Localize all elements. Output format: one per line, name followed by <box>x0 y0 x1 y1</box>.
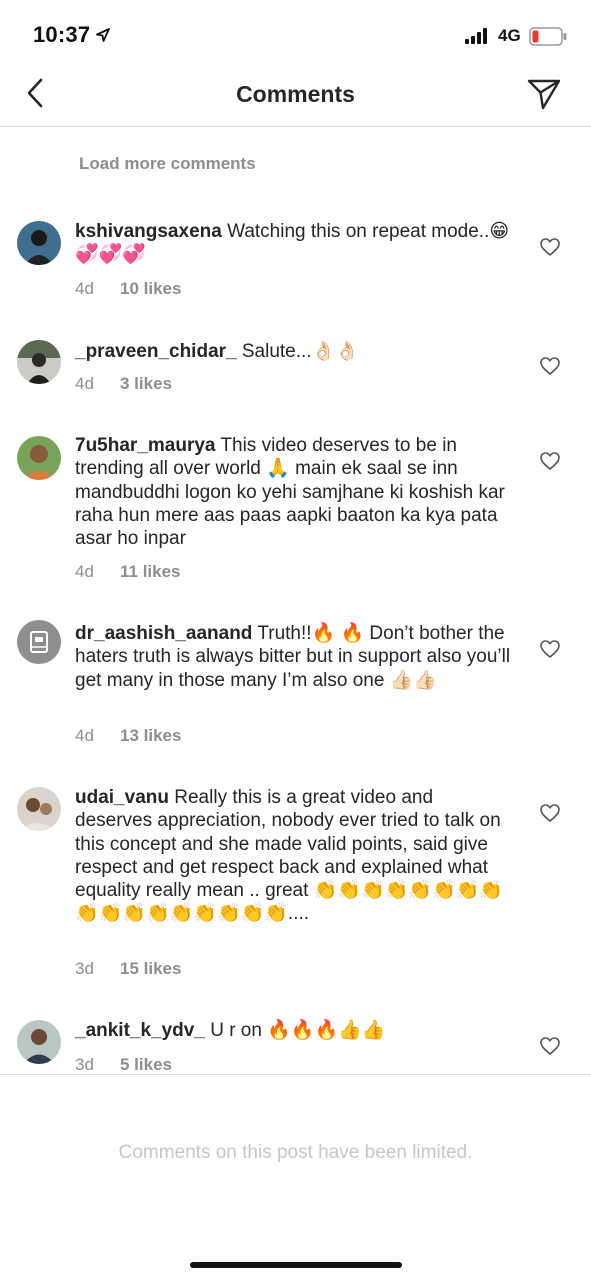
comment-age: 3d <box>75 959 94 978</box>
avatar[interactable] <box>17 1020 61 1064</box>
battery-icon <box>529 27 569 52</box>
like-heart-icon[interactable] <box>540 238 562 258</box>
status-bar: 10:37 4G <box>0 0 591 66</box>
comment-likes[interactable]: 3 likes <box>120 374 172 393</box>
comment-meta: 4d 10 likes <box>75 279 181 299</box>
like-heart-icon[interactable] <box>540 640 562 660</box>
like-heart-icon[interactable] <box>540 452 562 472</box>
comment-likes[interactable]: 10 likes <box>120 279 181 298</box>
comments-limited-notice: Comments on this post have been limited. <box>118 1142 473 1163</box>
comment-meta: 4d 11 likes <box>75 562 181 582</box>
comment-likes[interactable]: 5 likes <box>120 1055 172 1074</box>
comment-meta: 4d 13 likes <box>75 726 181 746</box>
comment-text: udai_vanu Really this is a great video a… <box>75 786 515 926</box>
like-heart-icon[interactable] <box>540 357 562 377</box>
comment-age: 4d <box>75 726 94 745</box>
comment-message: U r on 🔥🔥🔥👍👍 <box>210 1020 386 1041</box>
comment-age: 4d <box>75 562 94 581</box>
comment-likes[interactable]: 15 likes <box>120 959 181 978</box>
comment-age: 4d <box>75 279 94 298</box>
divider <box>0 1074 591 1075</box>
paper-plane-icon <box>527 79 561 110</box>
comments-header: Comments <box>0 66 591 127</box>
comment-text: 7u5har_maurya This video deserves to be … <box>75 434 515 550</box>
status-time: 10:37 <box>33 22 91 47</box>
home-indicator[interactable] <box>190 1262 402 1268</box>
comment-meta: 3d 5 likes <box>75 1055 172 1075</box>
comment-username[interactable]: 7u5har_maurya <box>75 435 215 456</box>
network-type: 4G <box>498 26 521 45</box>
comment-age: 3d <box>75 1055 94 1074</box>
comment-age: 4d <box>75 374 94 393</box>
comment-username[interactable]: _ankit_k_ydv_ <box>75 1020 205 1041</box>
avatar[interactable] <box>17 787 61 831</box>
comment-meta: 3d 15 likes <box>75 959 181 979</box>
comment-text: _praveen_chidar_ Salute...👌🏻👌🏻 <box>75 340 515 363</box>
location-arrow-icon <box>96 28 110 47</box>
comment-username[interactable]: dr_aashish_aanand <box>75 623 252 644</box>
comment-username[interactable]: kshivangsaxena <box>75 221 222 242</box>
share-button[interactable] <box>524 76 564 112</box>
comment-username[interactable]: _praveen_chidar_ <box>75 341 237 362</box>
comment-text: _ankit_k_ydv_ U r on 🔥🔥🔥👍👍 <box>75 1019 515 1042</box>
avatar[interactable] <box>17 340 61 384</box>
comment-likes[interactable]: 13 likes <box>120 726 181 745</box>
avatar[interactable] <box>17 436 61 480</box>
page-title: Comments <box>236 81 355 107</box>
comment-message: Salute...👌🏻👌🏻 <box>241 341 359 362</box>
like-heart-icon[interactable] <box>540 804 562 824</box>
cellular-signal-icon <box>465 28 491 49</box>
avatar[interactable] <box>17 620 61 664</box>
comment-likes[interactable]: 11 likes <box>120 562 181 581</box>
avatar[interactable] <box>17 221 61 265</box>
load-more-comments-link[interactable]: Load more comments <box>79 154 256 174</box>
like-heart-icon[interactable] <box>540 1037 562 1057</box>
comment-meta: 4d 3 likes <box>75 374 172 394</box>
comment-username[interactable]: udai_vanu <box>75 787 169 808</box>
comment-text: dr_aashish_aanand Truth!!🔥 🔥 Don’t bothe… <box>75 622 515 692</box>
comment-text: kshivangsaxena Watching this on repeat m… <box>75 220 515 267</box>
